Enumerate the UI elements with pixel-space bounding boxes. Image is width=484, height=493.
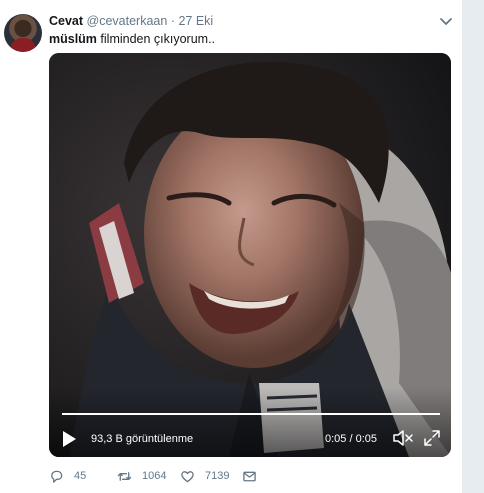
- avatar[interactable]: [4, 14, 42, 52]
- tweet-text-rest: filminden çıkıyorum..: [96, 32, 216, 46]
- like-count: 7139: [205, 470, 230, 482]
- tweet-card[interactable]: Cevat @cevaterkaan · 27 Eki müslüm filmi…: [0, 0, 463, 493]
- reply-icon: [51, 470, 63, 483]
- direct-message-button[interactable]: [242, 468, 257, 484]
- tweet-date[interactable]: 27 Eki: [178, 14, 213, 28]
- reply-count: 45: [74, 470, 87, 482]
- retweet-count: 1064: [142, 470, 167, 482]
- avatar-figure: [10, 38, 36, 52]
- envelope-icon: [243, 471, 256, 481]
- video-player[interactable]: 93,3 B görüntülenme 0:05 / 0:05: [49, 53, 451, 457]
- volume-muted-icon[interactable]: [392, 429, 414, 447]
- author-name[interactable]: Cevat: [49, 14, 83, 28]
- retweet-button[interactable]: 1064: [117, 468, 166, 484]
- reply-button[interactable]: 45: [49, 468, 86, 484]
- like-button[interactable]: 7139: [180, 468, 229, 484]
- retweet-icon: [117, 471, 132, 481]
- tweet-header: Cevat @cevaterkaan · 27 Eki: [49, 14, 213, 29]
- tweet-actions: 45 1064 7139: [49, 468, 449, 484]
- author-handle[interactable]: @cevaterkaan: [87, 14, 168, 28]
- progress-bar[interactable]: [62, 413, 440, 415]
- chevron-down-icon[interactable]: [438, 13, 454, 29]
- progress-fill: [62, 413, 440, 415]
- video-time: 0:05 / 0:05: [325, 433, 377, 445]
- tweet-text: müslüm filminden çıkıyorum..: [49, 32, 215, 47]
- heart-icon: [181, 470, 194, 482]
- fullscreen-icon[interactable]: [423, 429, 441, 447]
- view-count: 93,3 B görüntülenme: [91, 433, 194, 445]
- controls-backdrop: [49, 387, 451, 457]
- play-icon[interactable]: [61, 430, 77, 448]
- tweet-text-bold: müslüm: [49, 32, 97, 46]
- separator-dot: ·: [170, 14, 175, 28]
